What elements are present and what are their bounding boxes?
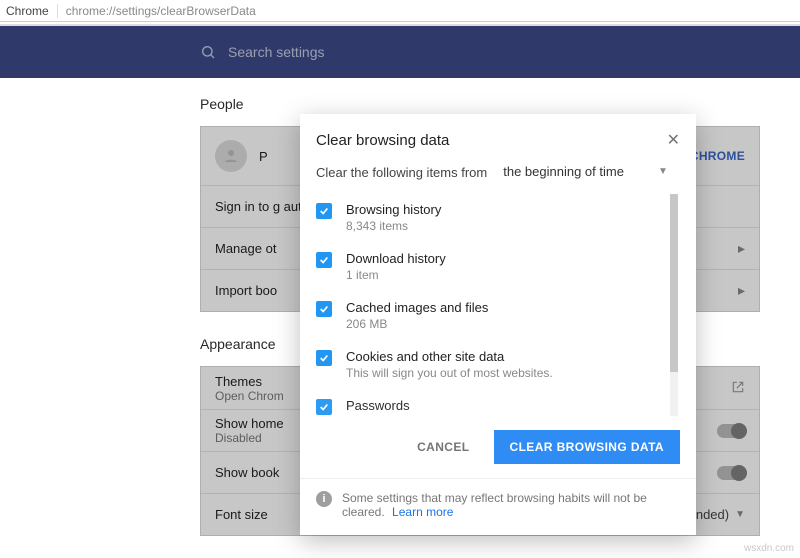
checkbox-download-history[interactable] [316, 252, 332, 268]
dialog-footer: i Some settings that may reflect browsin… [300, 478, 696, 535]
item-subtitle: 8,343 items [346, 219, 441, 233]
person-label: P [259, 149, 268, 164]
checkbox-cookies[interactable] [316, 350, 332, 366]
item-title: Passwords [346, 398, 420, 413]
time-range-value: the beginning of time [503, 164, 624, 179]
chevron-down-icon: ▼ [735, 509, 745, 520]
time-range-select[interactable]: the beginning of time ▼ [503, 164, 668, 180]
row-title: Show book [215, 465, 279, 480]
search-icon [200, 44, 216, 60]
chevron-down-icon: ▼ [658, 166, 668, 177]
open-external-icon [731, 380, 745, 397]
address-bar: Chrome chrome://settings/clearBrowserDat… [0, 0, 800, 22]
item-subtitle: 206 MB [346, 317, 488, 331]
clear-items-list: Browsing history 8,343 items Download his… [316, 194, 680, 416]
item-subtitle: 1 item [346, 268, 446, 282]
search-settings-field[interactable]: Search settings [200, 44, 325, 60]
chevron-right-icon: ▸ [738, 282, 745, 299]
close-icon[interactable]: ✕ [667, 130, 680, 150]
settings-topbar: Search settings [0, 26, 800, 78]
address-url[interactable]: chrome://settings/clearBrowserData [66, 4, 256, 18]
scrollbar[interactable]: ▲ ▼ [670, 194, 678, 416]
row-title: Show home [215, 416, 284, 431]
search-placeholder: Search settings [228, 44, 325, 60]
checkbox-passwords[interactable] [316, 399, 332, 415]
cancel-button[interactable]: CANCEL [417, 440, 469, 454]
list-item[interactable]: Cached images and files 206 MB [316, 292, 666, 341]
item-subtitle: This will sign you out of most websites. [346, 366, 553, 380]
item-title: Cached images and files [346, 300, 488, 315]
item-title: Cookies and other site data [346, 349, 553, 364]
avatar [215, 140, 247, 172]
footer-text: Some settings that may reflect browsing … [342, 491, 647, 519]
learn-more-link[interactable]: Learn more [392, 505, 453, 519]
row-text: Import boo [215, 283, 277, 298]
chevron-right-icon: ▸ [738, 240, 745, 257]
item-subtitle: 18 passwords [346, 415, 420, 416]
list-item[interactable]: Download history 1 item [316, 243, 666, 292]
watermark: wsxdn.com [744, 543, 794, 554]
list-item[interactable]: Cookies and other site data This will sig… [316, 341, 666, 390]
browser-name: Chrome [6, 4, 58, 18]
scroll-thumb[interactable] [670, 194, 678, 372]
list-item[interactable]: Passwords 18 passwords [316, 390, 666, 416]
checkbox-cached-files[interactable] [316, 301, 332, 317]
row-subtitle: Open Chrom [215, 389, 284, 403]
row-text: Manage ot [215, 241, 276, 256]
item-title: Browsing history [346, 202, 441, 217]
info-icon: i [316, 491, 332, 507]
checkbox-browsing-history[interactable] [316, 203, 332, 219]
dialog-title: Clear browsing data [316, 132, 449, 149]
dialog-actions: CANCEL CLEAR BROWSING DATA [300, 416, 696, 478]
clear-browsing-data-button[interactable]: CLEAR BROWSING DATA [494, 430, 680, 464]
toggle-show-bookmarks[interactable] [717, 466, 745, 480]
time-range-label: Clear the following items from [316, 165, 487, 180]
row-title: Themes [215, 374, 284, 389]
item-title: Download history [346, 251, 446, 266]
list-item[interactable]: Browsing history 8,343 items [316, 194, 666, 243]
clear-browsing-data-dialog: Clear browsing data ✕ Clear the followin… [300, 114, 696, 535]
section-label-people: People [200, 96, 800, 112]
toggle-show-home[interactable] [717, 424, 745, 438]
row-title: Font size [215, 507, 268, 522]
row-subtitle: Disabled [215, 431, 284, 445]
